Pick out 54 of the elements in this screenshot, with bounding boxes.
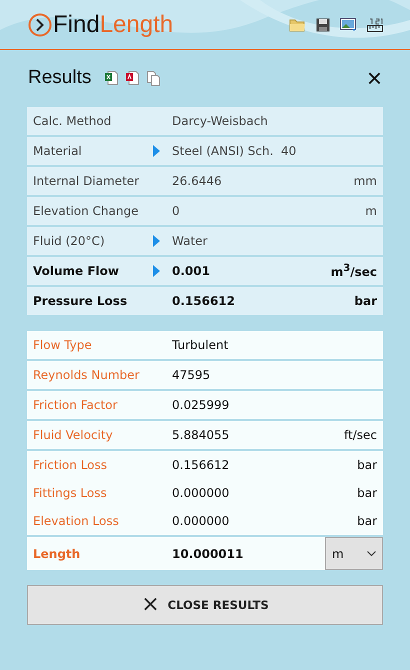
row-value: 0.001	[172, 264, 211, 278]
row-value: 0.000000	[172, 514, 230, 528]
ruler-icon[interactable]	[367, 16, 383, 32]
excel-icon[interactable]	[105, 71, 118, 85]
app-title: FindLength	[53, 10, 174, 38]
row-label: Fluid Velocity	[33, 428, 114, 442]
results-title: Results	[28, 67, 92, 89]
row-unit: m$^{3}$/sec	[330, 263, 377, 279]
pdf-icon[interactable]	[126, 71, 140, 85]
save-icon[interactable]	[316, 18, 330, 32]
row-value: 0	[172, 204, 181, 218]
row-value: 0.156612	[172, 458, 230, 472]
row-unit: bar	[357, 486, 377, 500]
row-unit: ft/sec	[344, 428, 377, 442]
row-label: Friction Factor	[33, 398, 118, 412]
row-label: Pressure Loss	[33, 294, 128, 308]
row-label: Fluid (20°C)	[33, 234, 106, 248]
chevron-down-icon	[367, 550, 376, 556]
picker-arrow-icon[interactable]	[153, 265, 160, 277]
row-value: Darcy-Weisbach	[172, 114, 269, 128]
row-value: 26.6446	[172, 174, 223, 188]
row-label: Length	[33, 546, 82, 560]
row-value: 0.156612	[172, 294, 236, 308]
row-value: 0.000000	[172, 486, 230, 500]
picker-arrow-icon[interactable]	[153, 145, 160, 157]
image-export-icon[interactable]	[340, 18, 357, 32]
row-label: Internal Diameter	[33, 174, 140, 188]
row-label: Friction Loss	[33, 458, 108, 472]
row-label: Elevation Loss	[33, 514, 120, 528]
row-unit: bar	[357, 458, 377, 472]
row-unit: m	[365, 204, 377, 218]
row-unit: bar	[354, 294, 377, 308]
row-label: Volume Flow	[33, 264, 120, 278]
row-value: Steel (ANSI) Sch. 40	[172, 144, 298, 158]
close-results-button[interactable]: × CLOSE RESULTS	[27, 585, 383, 625]
row-value: 5.884055	[172, 428, 230, 442]
row-value: 10.000011	[172, 546, 244, 560]
row-value: 0.025999	[172, 398, 230, 412]
row-unit: mm	[354, 174, 377, 188]
copy-icon[interactable]	[147, 70, 160, 86]
unit-dropdown[interactable]: m	[325, 537, 383, 570]
row-label: Elevation Change	[33, 204, 140, 218]
row-label: Calc. Method	[33, 114, 112, 128]
row-label: Reynolds Number	[33, 368, 140, 382]
row-label: Material	[33, 144, 83, 158]
row-label: Fittings Loss	[33, 486, 108, 500]
row-value: Turbulent	[172, 338, 230, 352]
close-button[interactable]: ×	[366, 65, 382, 91]
chevron-circle-icon	[28, 12, 52, 36]
row-value: Water	[172, 234, 208, 248]
row-value: 47595	[172, 368, 212, 382]
row-label: Flow Type	[33, 338, 93, 352]
picker-arrow-icon[interactable]	[153, 235, 160, 247]
row-unit: bar	[357, 514, 377, 528]
